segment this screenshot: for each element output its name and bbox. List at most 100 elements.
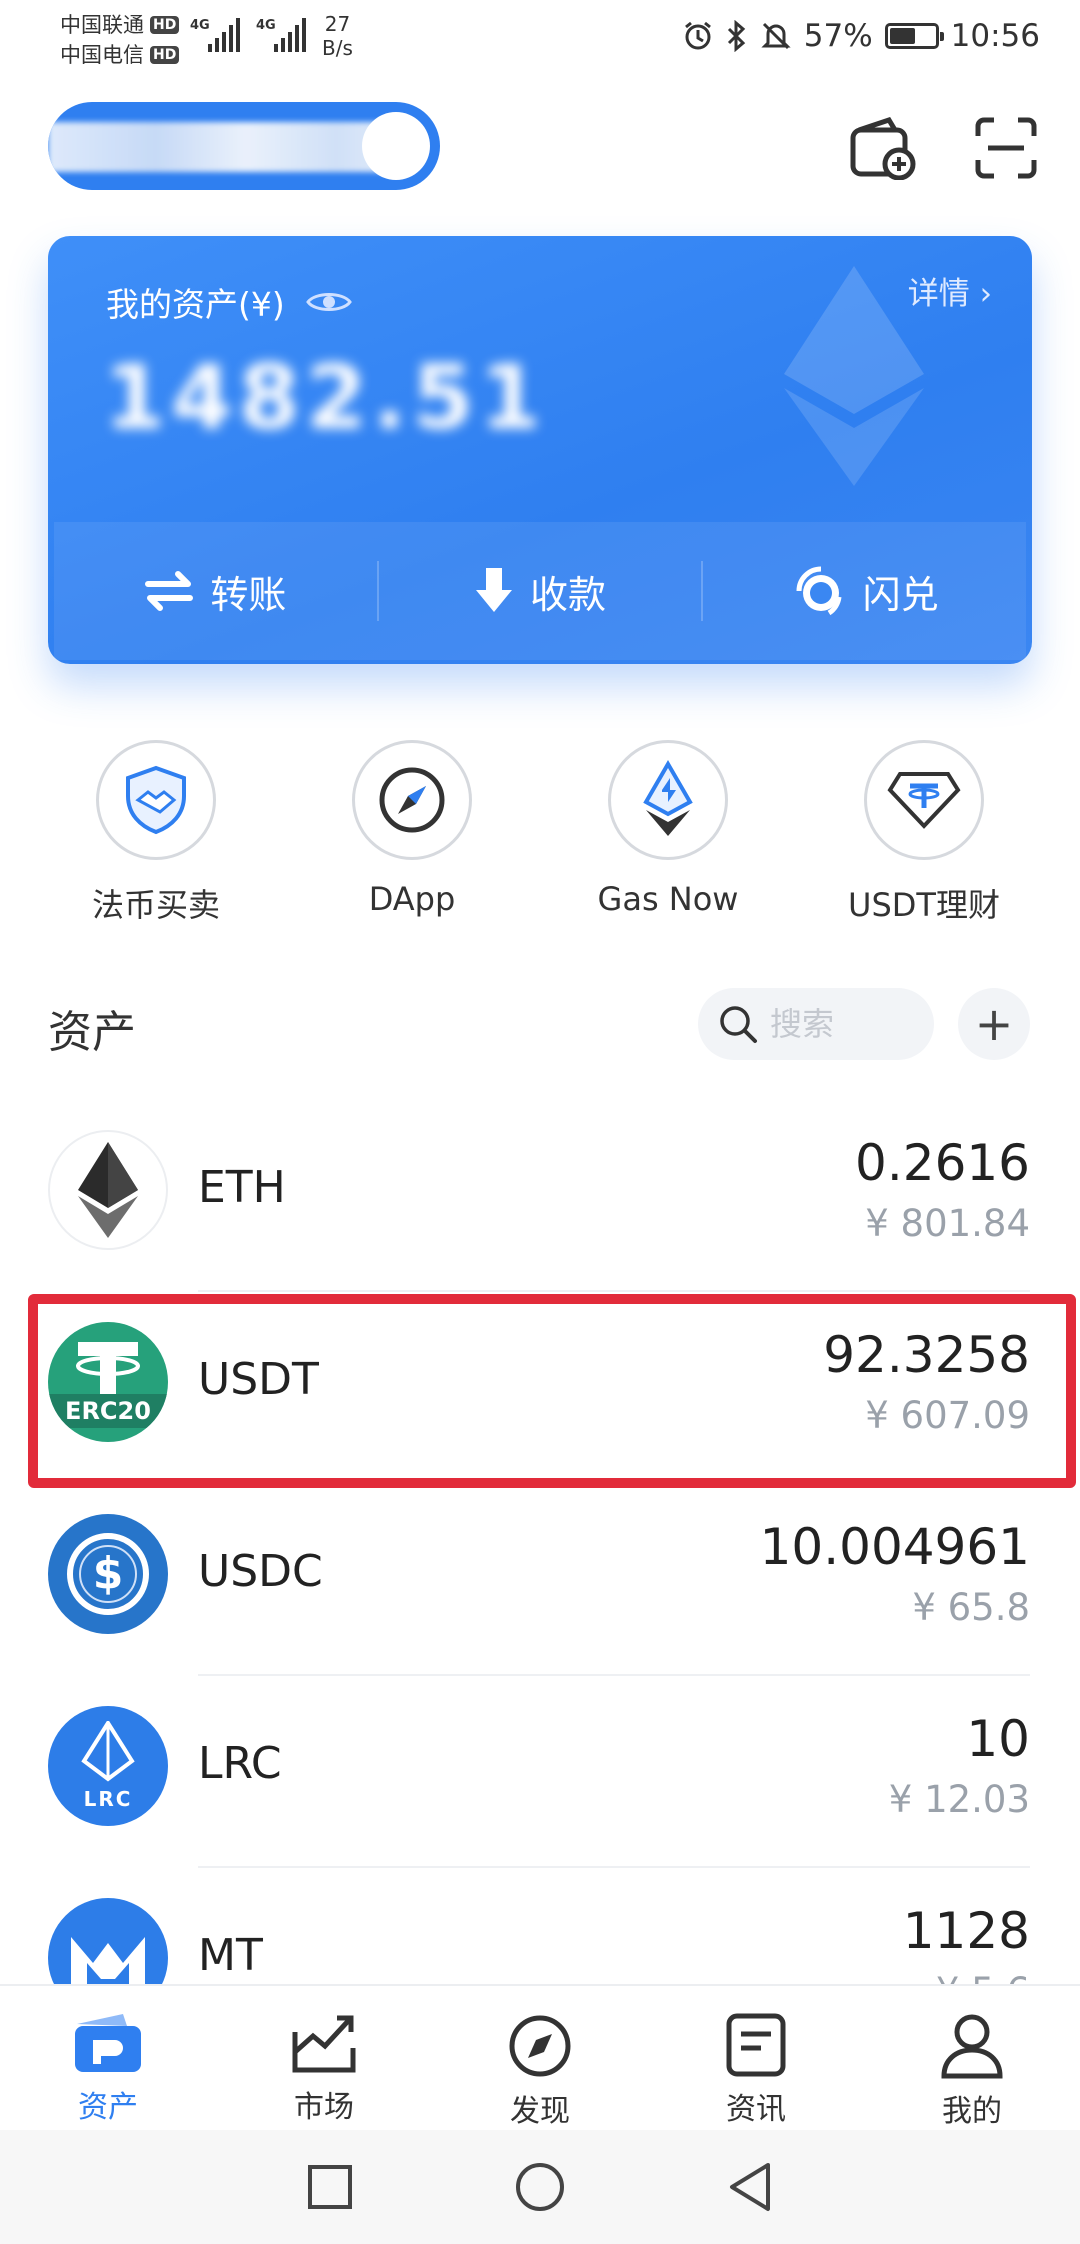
carrier-2: 中国电信 xyxy=(60,43,144,67)
token-fiat-value: ¥ 801.84 xyxy=(865,1202,1030,1245)
token-amount: 0.2616 xyxy=(855,1134,1030,1192)
handshake-shield-icon xyxy=(126,765,186,835)
status-bar: 中国联通 HD 中国电信 HD 4G 4G 27 B/s 57% 10:56 xyxy=(0,0,1080,80)
news-icon xyxy=(726,2013,786,2077)
asset-label: 我的资产(¥) xyxy=(106,278,353,326)
total-asset-amount: 1482.51 xyxy=(104,346,547,449)
system-nav-bar xyxy=(0,2130,1080,2244)
token-row-lrc[interactable]: LRC LRC 10 ¥ 12.03 xyxy=(0,1676,1080,1868)
asset-card: 我的资产(¥) 详情 › 1482.51 转账 收款 闪兑 xyxy=(48,236,1032,664)
status-icons: 57% 10:56 xyxy=(682,18,1040,54)
token-search[interactable] xyxy=(698,988,934,1060)
signal-icon: 4G xyxy=(256,18,306,52)
shortcut-fiat-trade[interactable]: 法币买卖 xyxy=(46,740,266,926)
token-amount: 1128 xyxy=(902,1902,1030,1960)
eye-icon[interactable] xyxy=(305,287,353,317)
add-token-button[interactable]: + xyxy=(958,988,1030,1060)
carrier-info: 中国联通 HD 中国电信 HD xyxy=(60,10,180,70)
nav-me[interactable]: 我的 xyxy=(864,1986,1080,2130)
token-symbol: MT xyxy=(198,1930,263,1981)
token-symbol: LRC xyxy=(198,1738,282,1789)
token-fiat-value: ¥ 607.09 xyxy=(865,1394,1030,1437)
shortcut-icon-circle xyxy=(352,740,472,860)
alarm-icon xyxy=(684,21,711,50)
token-row-usdt[interactable]: ERC20 USDT 92.3258 ¥ 607.09 xyxy=(0,1292,1080,1484)
shortcut-row: 法币买卖 DApp Gas Now USDT理财 xyxy=(0,740,1080,926)
nav-label: 资产 xyxy=(78,2090,138,2125)
nav-label: 市场 xyxy=(294,2090,354,2125)
asset-actions: 转账 收款 闪兑 xyxy=(54,522,1026,660)
asset-label-text: 我的资产(¥) xyxy=(106,285,285,324)
nav-label: 我的 xyxy=(942,2094,1002,2129)
transfer-icon xyxy=(145,571,194,611)
shortcut-label: Gas Now xyxy=(597,880,739,918)
token-amount: 10 xyxy=(966,1710,1030,1768)
shortcut-icon-circle xyxy=(96,740,216,860)
shortcut-usdt-finance[interactable]: USDT理财 xyxy=(814,740,1034,926)
nav-market[interactable]: 市场 xyxy=(216,1986,432,2130)
assets-section-title: 资产 xyxy=(48,1007,136,1058)
wallet-icon xyxy=(75,2014,141,2072)
svg-text:$: $ xyxy=(93,1548,124,1599)
wallet-selector[interactable] xyxy=(48,102,440,190)
usdt-erc20-icon: ERC20 xyxy=(48,1322,168,1442)
shortcut-label: 法币买卖 xyxy=(91,886,220,924)
shortcut-label: USDT理财 xyxy=(848,886,1000,924)
usdc-icon: $ xyxy=(48,1514,168,1634)
back-icon[interactable] xyxy=(726,2161,774,2213)
shortcut-label: DApp xyxy=(368,880,456,918)
bottom-nav: 资产 市场 发现 资讯 我的 xyxy=(0,1984,1080,2130)
network-speed: 27 B/s xyxy=(322,12,353,60)
token-symbol: ETH xyxy=(198,1162,286,1213)
clock: 10:56 xyxy=(950,18,1040,54)
search-icon xyxy=(720,1006,757,1043)
nav-news[interactable]: 资讯 xyxy=(648,1986,864,2130)
wallet-name-obscured xyxy=(48,122,408,172)
token-fiat-value: ¥ 65.8 xyxy=(912,1586,1030,1629)
signal-icon: 4G xyxy=(190,18,240,52)
tether-diamond-icon xyxy=(887,772,961,829)
scan-button[interactable] xyxy=(968,110,1044,186)
user-icon xyxy=(941,2014,1003,2079)
token-amount: 10.004961 xyxy=(759,1518,1030,1576)
shortcut-dapp[interactable]: DApp xyxy=(302,740,522,926)
nav-label: 资讯 xyxy=(726,2092,786,2127)
transfer-button[interactable]: 转账 xyxy=(54,561,377,621)
recent-apps-icon[interactable] xyxy=(306,2163,354,2211)
home-icon[interactable] xyxy=(514,2161,566,2213)
swap-button[interactable]: 闪兑 xyxy=(701,561,1026,621)
lrc-badge: LRC xyxy=(83,1787,133,1811)
swap-icon xyxy=(796,566,842,616)
wallet-add-icon xyxy=(850,116,916,180)
wallet-manage-button[interactable] xyxy=(846,110,922,186)
shortcut-icon-circle xyxy=(864,740,984,860)
erc20-badge: ERC20 xyxy=(48,1394,168,1428)
battery-icon xyxy=(884,23,944,49)
hd-badge: HD xyxy=(150,16,180,34)
battery-percent: 57% xyxy=(803,18,873,54)
carrier-1: 中国联通 xyxy=(60,13,144,37)
shortcut-gas-now[interactable]: Gas Now xyxy=(558,740,778,926)
token-fiat-value: ¥ 12.03 xyxy=(888,1778,1030,1821)
token-row-usdc[interactable]: $ USDC 10.004961 ¥ 65.8 xyxy=(0,1484,1080,1676)
receive-button[interactable]: 收款 xyxy=(376,561,702,621)
nav-discover[interactable]: 发现 xyxy=(432,1986,648,2130)
eth-icon xyxy=(48,1130,168,1250)
token-list: ETH 0.2616 ¥ 801.84 ERC20 USDT 92.3258 ¥… xyxy=(0,1100,1080,2060)
scan-icon xyxy=(975,117,1037,179)
token-row-eth[interactable]: ETH 0.2616 ¥ 801.84 xyxy=(0,1100,1080,1292)
transfer-label: 转账 xyxy=(210,572,287,617)
battery-fill xyxy=(889,28,915,44)
wallet-avatar xyxy=(362,112,430,180)
signal-strength: 4G 4G xyxy=(190,18,306,52)
eth-watermark-icon xyxy=(784,266,924,486)
market-chart-icon xyxy=(292,2015,356,2073)
swap-label: 闪兑 xyxy=(862,572,939,617)
compass-icon xyxy=(509,2015,571,2077)
mute-bell-icon xyxy=(761,22,791,50)
nav-assets[interactable]: 资产 xyxy=(0,1986,216,2130)
gas-icon xyxy=(643,760,693,836)
compass-icon xyxy=(379,767,445,833)
receive-label: 收款 xyxy=(530,572,607,617)
search-input[interactable] xyxy=(770,1005,920,1043)
